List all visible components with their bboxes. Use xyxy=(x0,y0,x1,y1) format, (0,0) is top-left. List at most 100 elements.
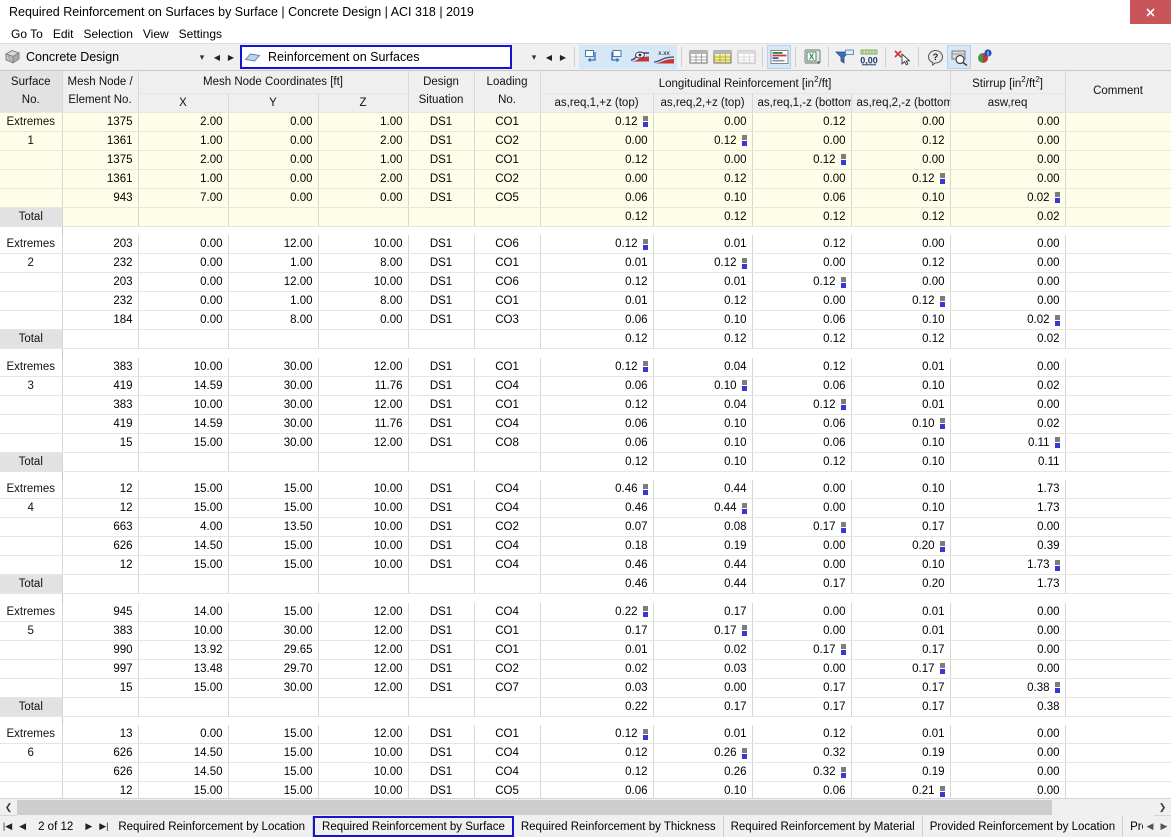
cell-value[interactable]: 0.01 xyxy=(653,272,753,293)
cell-value[interactable]: 0.07 xyxy=(540,517,654,538)
cell-blank[interactable] xyxy=(474,697,541,717)
row-header-extremes[interactable]: Extremes xyxy=(0,602,63,622)
cell-value[interactable]: 0.11 xyxy=(950,433,1066,453)
cell-value[interactable]: 0.00 xyxy=(950,235,1066,255)
cell-node[interactable]: 1361 xyxy=(62,131,139,151)
tab-scroll-right-icon[interactable]: ▶ xyxy=(1157,821,1171,832)
cell-blank[interactable] xyxy=(62,697,139,717)
header-design-situation[interactable]: Design Situation xyxy=(408,71,475,113)
table-row[interactable]: 12 15.00 15.00 10.00 DS1 CO4 0.46 0.44 0.00 0.10 1… xyxy=(0,555,1171,576)
selection-arrow-up-icon[interactable] xyxy=(580,45,604,69)
delete-results-icon[interactable] xyxy=(890,45,914,69)
row-header-blank[interactable] xyxy=(0,272,63,293)
cell-node[interactable]: 1375 xyxy=(62,112,139,132)
prev-table-icon[interactable]: ◀ xyxy=(542,53,556,62)
cell-value[interactable]: 0.06 xyxy=(752,310,852,331)
cell-blank[interactable] xyxy=(138,207,229,227)
row-header-surface-no[interactable]: 6 xyxy=(0,743,63,764)
cell-total-value[interactable]: 0.38 xyxy=(950,697,1066,717)
table-row-total[interactable]: Total 0.12 0.12 0.12 0.12 0.02 xyxy=(0,329,1171,350)
tab-5[interactable]: Provided Reinforcement by xyxy=(1123,816,1143,837)
cell-ds[interactable]: DS1 xyxy=(408,131,475,151)
row-header-extremes[interactable]: Extremes xyxy=(0,357,63,377)
cell-y[interactable]: 15.00 xyxy=(228,743,319,764)
cell-value[interactable]: 0.00 xyxy=(752,253,852,274)
header-stirrup[interactable]: Stirrup [in2/ft2] xyxy=(950,71,1066,94)
cell-z[interactable]: 10.00 xyxy=(318,480,409,500)
cell-ds[interactable]: DS1 xyxy=(408,659,475,679)
cell-blank[interactable] xyxy=(318,207,409,227)
cell-value[interactable]: 0.02 xyxy=(950,414,1066,434)
cell-value[interactable]: 0.02 xyxy=(653,640,753,660)
table-row[interactable]: 15 15.00 30.00 12.00 DS1 CO8 0.06 0.10 0.06 0.10 0… xyxy=(0,433,1171,453)
cell-comment[interactable] xyxy=(1065,235,1171,255)
cell-value[interactable]: 0.12 xyxy=(752,357,852,377)
cell-value[interactable]: 0.01 xyxy=(653,725,753,745)
header-as-req-1-pz-top[interactable]: as,req,1,+z (top) xyxy=(540,93,654,113)
cell-value[interactable]: 1.73 xyxy=(950,555,1066,576)
header-as-req-2-nz-bottom[interactable]: as,req,2,-z (bottom) xyxy=(851,93,951,113)
next-module-icon[interactable]: ▶ xyxy=(224,53,238,62)
cell-ds[interactable]: DS1 xyxy=(408,640,475,660)
cell-blank[interactable] xyxy=(408,329,475,350)
header-longitudinal-reinforcement[interactable]: Longitudinal Reinforcement [in2/ft] xyxy=(540,71,951,94)
cell-z[interactable]: 2.00 xyxy=(318,169,409,189)
cell-value[interactable]: 0.04 xyxy=(653,357,753,377)
cell-total-value[interactable]: 0.12 xyxy=(540,329,654,350)
cell-value[interactable]: 0.12 xyxy=(653,131,753,151)
prev-page-button[interactable]: ◀ xyxy=(15,816,30,837)
cell-x[interactable]: 0.00 xyxy=(138,725,229,745)
table-row[interactable]: 232 0.00 1.00 8.00 DS1 CO1 0.01 0.12 0.00 0.12 0.0… xyxy=(0,291,1171,312)
cell-value[interactable]: 0.12 xyxy=(540,272,654,293)
table-plain-icon[interactable] xyxy=(734,45,758,69)
cell-value[interactable]: 0.12 xyxy=(653,253,753,274)
table-row[interactable]: 6 626 14.50 15.00 10.00 DS1 CO4 0.12 0.26 0.32 0.1… xyxy=(0,743,1171,764)
cell-z[interactable]: 0.00 xyxy=(318,310,409,331)
cell-y[interactable]: 29.65 xyxy=(228,640,319,660)
cell-y[interactable]: 0.00 xyxy=(228,169,319,189)
cell-co[interactable]: CO4 xyxy=(474,743,541,764)
cell-total-value[interactable]: 0.12 xyxy=(752,329,852,350)
cell-value[interactable]: 0.17 xyxy=(752,640,852,660)
cell-value[interactable]: 0.22 xyxy=(540,602,654,622)
row-header-blank[interactable] xyxy=(0,517,63,538)
header-comment[interactable]: Comment xyxy=(1065,71,1171,113)
cell-y[interactable]: 0.00 xyxy=(228,150,319,170)
cell-ds[interactable]: DS1 xyxy=(408,310,475,331)
row-header-blank[interactable] xyxy=(0,640,63,660)
cell-value[interactable]: 0.06 xyxy=(540,376,654,396)
cell-total-value[interactable]: 0.12 xyxy=(653,329,753,350)
cell-comment[interactable] xyxy=(1065,743,1171,764)
cell-x[interactable]: 0.00 xyxy=(138,291,229,312)
cell-blank[interactable] xyxy=(474,452,541,472)
cell-y[interactable]: 30.00 xyxy=(228,395,319,415)
cell-total-value[interactable]: 0.12 xyxy=(653,207,753,227)
cell-comment[interactable] xyxy=(1065,112,1171,132)
table-row[interactable]: Extremes 12 15.00 15.00 10.00 DS1 CO4 0.46 0.44 0… xyxy=(0,480,1171,500)
cell-co[interactable]: CO1 xyxy=(474,725,541,745)
cell-value[interactable]: 0.46 xyxy=(540,498,654,519)
cell-blank[interactable] xyxy=(318,697,409,717)
cell-value[interactable]: 0.00 xyxy=(752,536,852,557)
cell-value[interactable]: 0.01 xyxy=(851,621,951,641)
table-row[interactable]: Extremes 945 14.00 15.00 12.00 DS1 CO4 0.22 0.17… xyxy=(0,602,1171,622)
cell-ds[interactable]: DS1 xyxy=(408,376,475,396)
cell-value[interactable]: 0.00 xyxy=(752,131,852,151)
row-header-extremes[interactable]: Extremes xyxy=(0,725,63,745)
filter-icon[interactable] xyxy=(833,45,857,69)
cell-value[interactable]: 0.38 xyxy=(950,678,1066,698)
cell-value[interactable]: 0.12 xyxy=(540,762,654,783)
row-header-extremes[interactable]: Extremes xyxy=(0,480,63,500)
cell-x[interactable]: 10.00 xyxy=(138,357,229,377)
cell-node[interactable]: 13 xyxy=(62,725,139,745)
cell-comment[interactable] xyxy=(1065,498,1171,519)
table-row-total[interactable]: Total 0.22 0.17 0.17 0.17 0.38 xyxy=(0,697,1171,717)
cell-value[interactable]: 0.12 xyxy=(540,395,654,415)
header-as-req-2-pz-top[interactable]: as,req,2,+z (top) xyxy=(653,93,753,113)
row-header-blank[interactable] xyxy=(0,433,63,453)
cell-z[interactable]: 10.00 xyxy=(318,272,409,293)
row-header-surface-no[interactable]: 2 xyxy=(0,253,63,274)
cell-value[interactable]: 0.06 xyxy=(540,433,654,453)
cell-value[interactable]: 0.00 xyxy=(950,253,1066,274)
cell-value[interactable]: 0.17 xyxy=(851,659,951,679)
